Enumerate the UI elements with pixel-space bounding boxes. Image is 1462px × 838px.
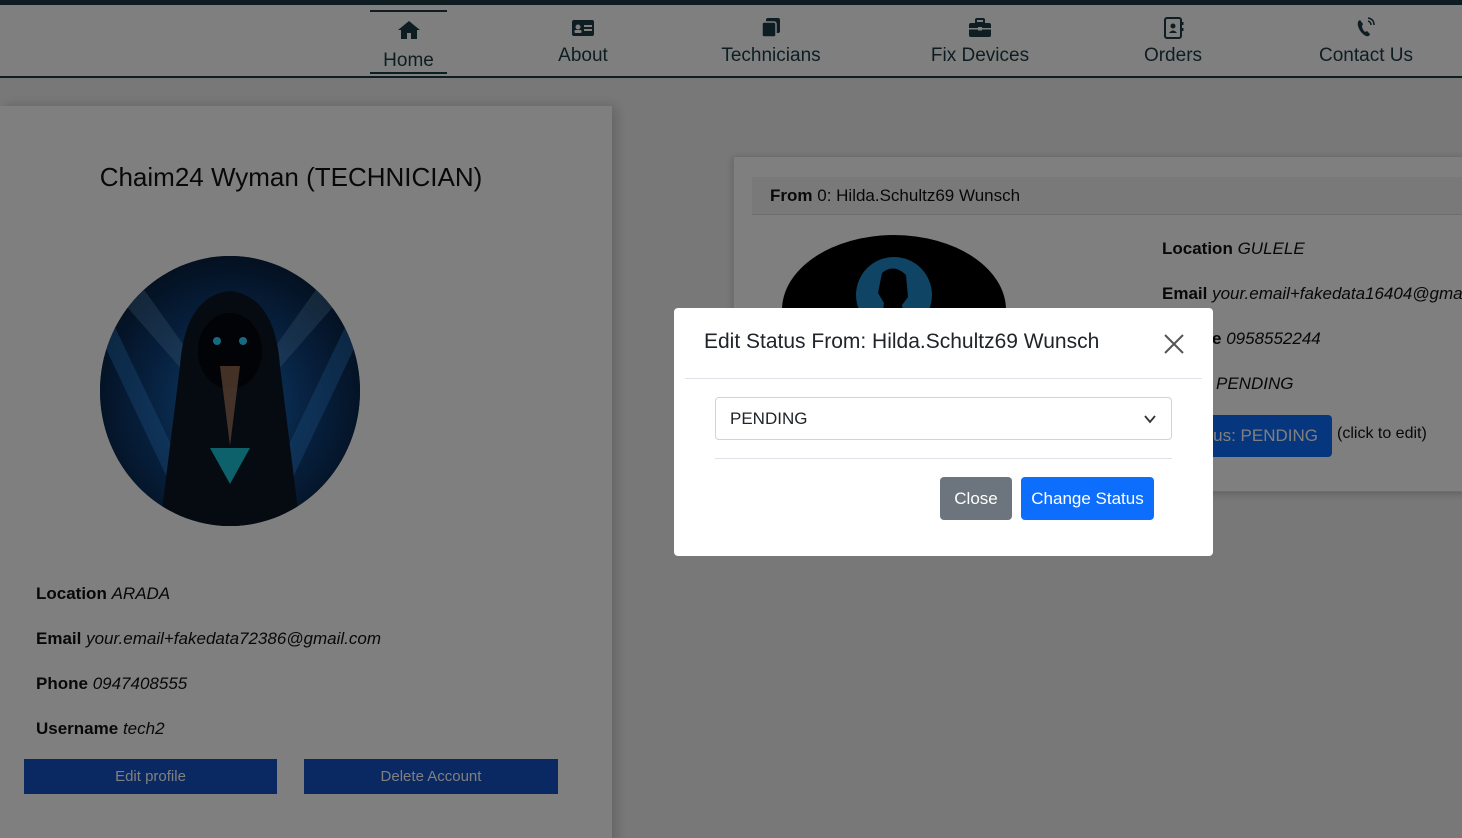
change-status-button[interactable]: Change Status: [1021, 477, 1154, 520]
chevron-down-icon: [1144, 415, 1156, 424]
close-icon[interactable]: [1162, 332, 1186, 356]
modal-footer-divider: [715, 458, 1172, 459]
modal-title: Edit Status From: Hilda.Schultz69 Wunsch: [704, 330, 1100, 353]
edit-status-modal: Edit Status From: Hilda.Schultz69 Wunsch…: [674, 308, 1213, 556]
close-button[interactable]: Close: [940, 477, 1012, 520]
status-select-value: PENDING: [730, 409, 808, 428]
modal-divider: [685, 378, 1202, 379]
status-select[interactable]: PENDING: [715, 397, 1172, 440]
